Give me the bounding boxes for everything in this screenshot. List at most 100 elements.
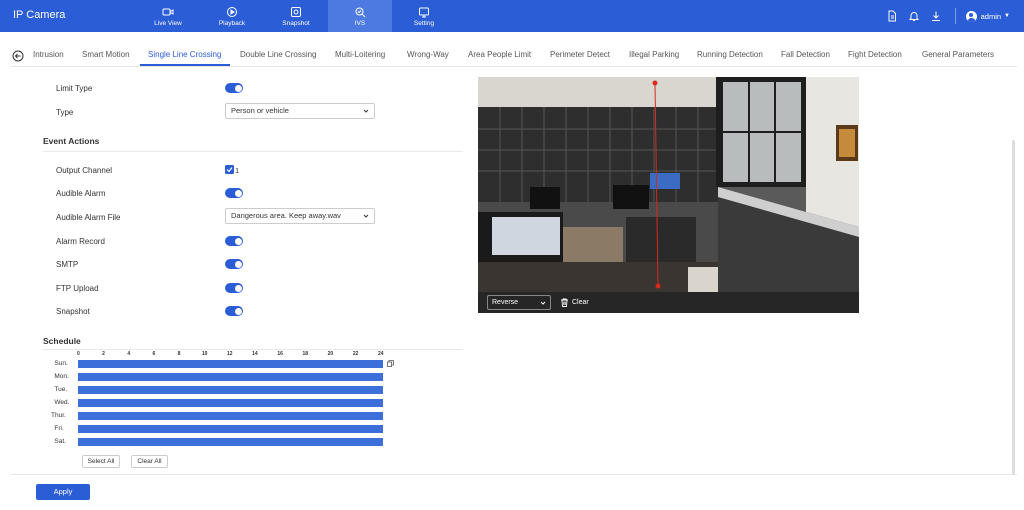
nav-playback[interactable]: Playback	[200, 0, 264, 32]
apply-button[interactable]: Apply	[36, 484, 90, 500]
audible-alarm-toggle[interactable]	[225, 188, 243, 198]
schedule-hour-label: 12	[227, 351, 233, 357]
nav-snapshot[interactable]: Snapshot	[264, 0, 328, 32]
smtp-label: SMTP	[56, 260, 79, 269]
schedule-day-bar[interactable]	[78, 412, 383, 420]
nav-live-view[interactable]: Live View	[136, 0, 200, 32]
playback-icon	[227, 6, 237, 17]
nav-label: Playback	[218, 19, 246, 27]
direction-select[interactable]: Reverse	[487, 295, 551, 310]
chevron-down-icon	[363, 214, 369, 218]
limit-type-toggle[interactable]	[225, 83, 243, 93]
chevron-down-icon	[540, 301, 546, 305]
schedule-day-label: Thur.	[51, 412, 66, 419]
top-right-tools: admin ▼	[877, 0, 1010, 32]
divider	[954, 8, 956, 24]
tab-fall-detection[interactable]: Fall Detection	[781, 50, 830, 59]
tab-double-line-crossing[interactable]: Double Line Crossing	[240, 50, 317, 59]
audible-alarm-file-value: Dangerous area. Keep away.wav	[231, 211, 341, 220]
top-bar: IP Camera Live View Playback Snapshot IV…	[0, 0, 1024, 32]
schedule-hour-label: 14	[252, 351, 258, 357]
tab-wrong-way[interactable]: Wrong-Way	[407, 50, 449, 59]
page-scrollbar[interactable]	[1012, 140, 1015, 475]
camera-scene	[478, 77, 859, 292]
schedule-day-label: Wed.	[54, 399, 70, 406]
schedule-day-label: Sat.	[54, 438, 66, 445]
settings-icon	[419, 7, 429, 17]
tab-running-detection[interactable]: Running Detection	[697, 50, 763, 59]
schedule-day-bar[interactable]	[78, 360, 383, 368]
clear-all-button[interactable]: Clear All	[131, 455, 168, 468]
alarm-record-label: Alarm Record	[56, 237, 105, 246]
tab-divider	[11, 66, 1017, 67]
chevron-down-icon	[363, 109, 369, 113]
ivs-icon	[355, 7, 366, 17]
schedule-day-bar[interactable]	[78, 425, 383, 433]
copy-icon[interactable]	[387, 360, 394, 367]
snapshot-label: Snapshot	[56, 307, 90, 316]
smtp-toggle[interactable]	[225, 259, 243, 269]
output-channel-label: Output Channel	[56, 166, 113, 175]
chevron-down-icon: ▼	[1004, 13, 1010, 19]
video-controls: Reverse Clear	[478, 292, 859, 313]
user-name: admin	[980, 11, 1002, 21]
schedule-day-bar[interactable]	[78, 438, 383, 446]
nav-label: Snapshot	[282, 19, 310, 27]
nav-setting[interactable]: Setting	[392, 0, 456, 32]
type-select[interactable]: Person or vehicle	[225, 103, 375, 119]
schedule-day-bar[interactable]	[78, 373, 383, 381]
tab-area-people-limit[interactable]: Area People Limit	[468, 50, 531, 59]
nav-ivs[interactable]: IVS	[328, 0, 392, 32]
snapshot-toggle[interactable]	[225, 306, 243, 316]
check-icon	[226, 167, 233, 173]
type-label: Type	[56, 108, 74, 117]
audible-alarm-file-select[interactable]: Dangerous area. Keep away.wav	[225, 208, 375, 224]
audible-alarm-label: Audible Alarm	[56, 189, 106, 198]
schedule-hour-label: 2	[102, 351, 105, 357]
schedule-hour-label: 0	[77, 351, 80, 357]
schedule-hour-label: 20	[327, 351, 334, 357]
clear-label: Clear	[572, 298, 589, 306]
bell-icon[interactable]	[908, 10, 921, 23]
tab-intrusion[interactable]: Intrusion	[33, 50, 64, 59]
tab-illegal-parking[interactable]: Illegal Parking	[629, 50, 679, 59]
schedule-day-label: Tue.	[54, 386, 68, 393]
back-icon[interactable]	[12, 50, 24, 62]
ftp-upload-label: FTP Upload	[56, 284, 99, 293]
snapshot-icon	[291, 6, 301, 17]
ivs-tabs: Intrusion Smart Motion Single Line Cross…	[0, 45, 1024, 67]
output-channel-value: 1	[235, 166, 240, 175]
download-icon[interactable]	[930, 10, 943, 23]
tab-multi-loitering[interactable]: Multi-Loitering	[335, 50, 385, 59]
tab-smart-motion[interactable]: Smart Motion	[82, 50, 130, 59]
direction-value: Reverse	[492, 299, 519, 306]
alarm-record-toggle[interactable]	[225, 236, 243, 246]
main-nav: Live View Playback Snapshot IVS Setting	[136, 0, 456, 32]
select-all-button[interactable]: Select All	[82, 455, 120, 468]
event-actions-title: Event Actions	[43, 136, 100, 146]
nav-label: Setting	[413, 19, 435, 27]
schedule-day-bar[interactable]	[78, 386, 383, 394]
schedule-hour-label: 10	[201, 351, 208, 357]
schedule-hour-label: 22	[352, 351, 359, 357]
clear-line-button[interactable]: Clear	[560, 296, 589, 308]
document-icon[interactable]	[886, 10, 899, 23]
trash-icon	[561, 298, 568, 307]
tab-general-parameters[interactable]: General Parameters	[922, 50, 994, 59]
nav-label: Live View	[154, 19, 182, 27]
ftp-upload-toggle[interactable]	[225, 283, 243, 293]
footer-divider	[11, 474, 1017, 475]
schedule-hour-label: 24	[378, 351, 384, 357]
tab-perimeter-detect[interactable]: Perimeter Detect	[550, 50, 610, 59]
tab-single-line-crossing[interactable]: Single Line Crossing	[148, 50, 221, 59]
schedule-day-label: Fri.	[54, 425, 64, 432]
schedule-day-label: Mon.	[54, 373, 69, 380]
tab-fight-detection[interactable]: Fight Detection	[848, 50, 902, 59]
app-title: IP Camera	[13, 9, 66, 21]
output-channel-checkbox[interactable]	[225, 165, 234, 174]
schedule-hour-label: 8	[177, 351, 181, 357]
user-menu[interactable]: admin ▼	[965, 10, 1010, 22]
video-preview[interactable]: Reverse Clear	[478, 77, 859, 313]
schedule-title: Schedule	[43, 336, 81, 346]
schedule-day-bar[interactable]	[78, 399, 383, 407]
